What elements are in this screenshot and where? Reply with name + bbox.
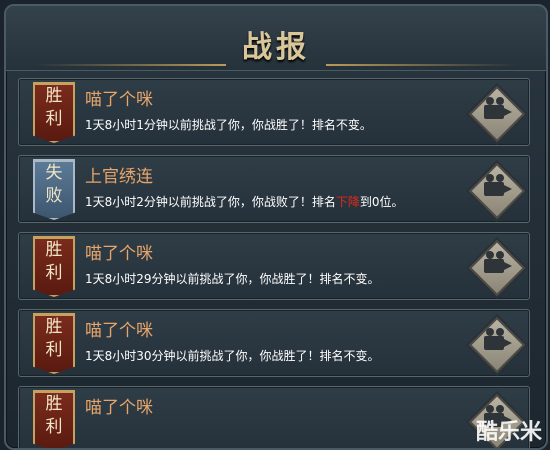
- result-badge: 胜 利: [33, 313, 75, 374]
- opponent-name: 上官绣连: [85, 167, 153, 187]
- battle-record-row: 失 败 上官绣连 1天8小时2分钟以前挑战了你，你战败了！排名下降到0位。: [18, 155, 530, 223]
- battle-record-row: 胜 利 喵了个咪 1天8小时29分钟以前挑战了你，你战胜了！排名不变。: [18, 232, 530, 300]
- battle-record-row: 胜 利 喵了个咪 1天8小时30分钟以前挑战了你，你战胜了！排名不变。: [18, 309, 530, 377]
- battle-message: 1天8小时1分钟以前挑战了你，你战胜了！排名不变。: [85, 118, 372, 132]
- result-badge: 胜 利: [33, 236, 75, 297]
- opponent-name: 喵了个咪: [85, 321, 153, 341]
- battle-record-row: 胜 利 喵了个咪 1天8小时1分钟以前挑战了你，你战胜了！排名不变。: [18, 78, 530, 146]
- battle-message: 1天8小时2分钟以前挑战了你，你战败了！排名下降到0位。: [85, 195, 404, 209]
- replay-camera-icon[interactable]: [467, 85, 526, 143]
- battle-report-window: 战报 胜 利 喵了个咪 1天8小时1分钟以前挑战了你，你战胜了！排名不变。 失 …: [4, 4, 548, 450]
- opponent-name: 喵了个咪: [85, 90, 153, 110]
- replay-camera-icon[interactable]: [467, 316, 526, 374]
- opponent-name: 喵了个咪: [85, 398, 153, 418]
- replay-camera-icon[interactable]: [467, 162, 526, 220]
- watermark: 酷乐米: [475, 420, 542, 445]
- result-badge: 胜 利: [33, 390, 75, 448]
- battle-message: 1天8小时30分钟以前挑战了你，你战胜了！排名不变。: [85, 349, 380, 363]
- replay-camera-icon[interactable]: [467, 239, 526, 297]
- battle-record-row: 胜 利 喵了个咪: [18, 386, 530, 448]
- rank-decline-text: 下降: [335, 195, 360, 209]
- battle-message: 1天8小时29分钟以前挑战了你，你战胜了！排名不变。: [85, 272, 380, 286]
- opponent-name: 喵了个咪: [85, 244, 153, 264]
- divider-right: [326, 64, 516, 66]
- header: 战报: [6, 6, 546, 71]
- result-badge: 失 败: [33, 159, 75, 220]
- divider-left: [36, 64, 226, 66]
- page-title: 战报: [242, 30, 310, 65]
- result-badge: 胜 利: [33, 82, 75, 143]
